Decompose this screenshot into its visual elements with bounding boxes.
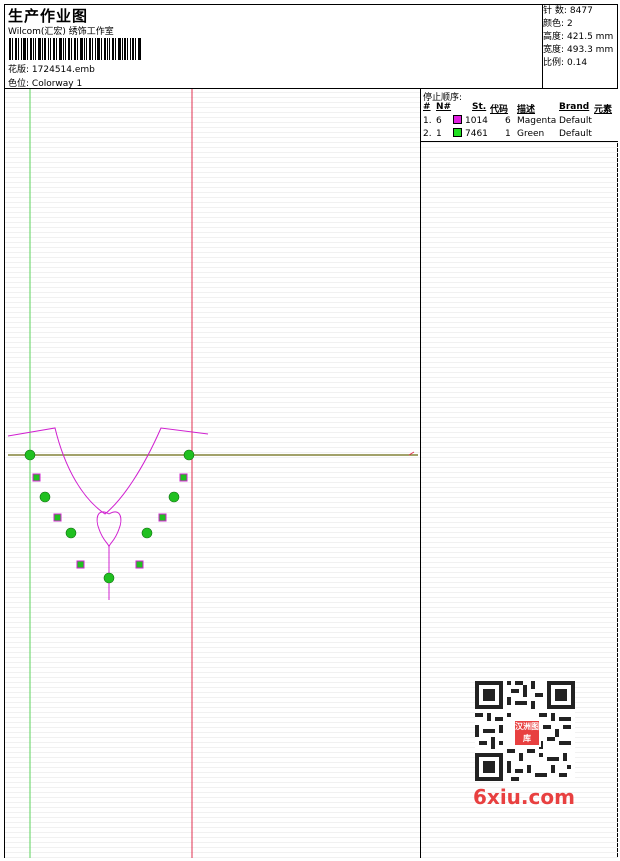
marker-circle <box>65 527 77 539</box>
marker-circle <box>141 527 153 539</box>
neckline-outline <box>7 427 209 515</box>
table-row: 1. 6 1014 6 Magenta Default <box>423 115 592 126</box>
stat-stitches: 针 数: 8477 <box>543 6 593 16</box>
col-header-needle: N# <box>436 102 452 112</box>
barcode-icon <box>9 38 141 60</box>
stat-colors: 颜色: 2 <box>543 19 573 29</box>
watermark-brand: 6xiu.com <box>473 785 575 809</box>
design-preview-canvas <box>5 89 421 858</box>
embroidery-design <box>7 89 418 858</box>
page-title: 生产作业图 <box>8 7 89 25</box>
marker-circle <box>168 491 180 503</box>
col-header-code: 代码 <box>490 105 509 115</box>
placket-outline <box>96 511 110 600</box>
marker-circle <box>103 572 115 584</box>
watermark: 汉洲图库 6xiu.com <box>469 681 585 812</box>
colorway-line: 色位: Colorway 1 <box>8 76 82 89</box>
col-header-index: # <box>423 102 431 112</box>
marker-square <box>53 513 62 522</box>
watermark-badge: 汉洲图库 <box>513 719 541 747</box>
marker-square <box>179 473 188 482</box>
stop-sequence-table: 停止顺序: # N# St. 代码 描述 Brand 元素 1. 6 1014 … <box>421 89 618 142</box>
stat-scale: 比例: 0.14 <box>543 58 588 68</box>
marker-squares <box>32 473 188 569</box>
marker-circle <box>24 449 36 461</box>
design-stats: 针 数: 8477 颜色: 2 高度: 421.5 mm 宽度: 493.3 mm 比例… <box>543 5 618 89</box>
colorway-label: 色位: <box>8 79 30 89</box>
col-header-description: 描述 <box>517 105 536 115</box>
design-file-name: 1724514.emb <box>31 65 95 75</box>
colorway-name: Colorway 1 <box>31 79 83 89</box>
marker-square <box>76 560 85 569</box>
col-header-stitches: St. <box>472 102 487 112</box>
marker-square <box>135 560 144 569</box>
marker-square <box>158 513 167 522</box>
col-header-element: 元素 <box>594 105 613 115</box>
color-swatch-green <box>453 128 462 137</box>
marker-circle <box>183 449 195 461</box>
design-file-line: 花版: 1724514.emb <box>8 62 95 75</box>
col-header-brand: Brand <box>559 102 590 112</box>
sheet-header: 生产作业图 Wilcom(汇宏) 绣饰工作室 花版: 1724514.emb 色… <box>5 5 543 89</box>
table-row: 2. 1 7461 1 Green Default <box>423 128 592 139</box>
color-swatch-magenta <box>453 115 462 124</box>
marker-circle <box>39 491 51 503</box>
design-label: 花版: <box>8 65 30 75</box>
marker-square <box>32 473 41 482</box>
company-name: Wilcom(汇宏) 绣饰工作室 <box>8 27 114 37</box>
stat-width: 宽度: 493.3 mm <box>543 45 614 55</box>
stat-height: 高度: 421.5 mm <box>543 32 614 42</box>
placket-outline-right <box>108 511 122 548</box>
